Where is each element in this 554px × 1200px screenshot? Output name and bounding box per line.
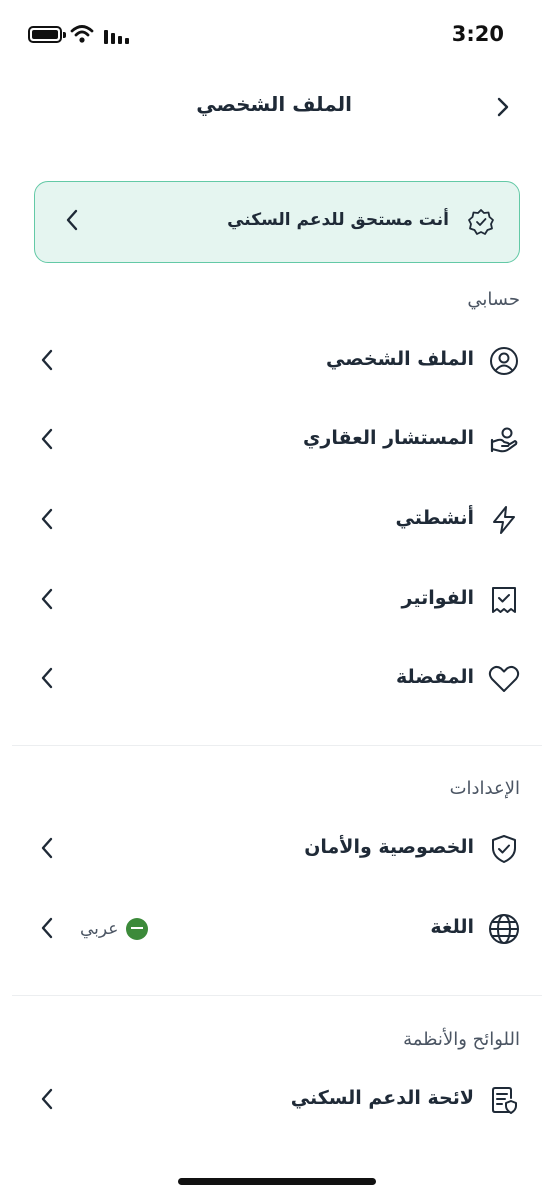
- menu-item-favorites[interactable]: المفضلة: [0, 648, 554, 708]
- menu-item-label: الخصوصية والأمان: [304, 836, 474, 858]
- language-value-text: عربي: [80, 919, 119, 939]
- menu-item-label: المفضلة: [395, 666, 474, 688]
- status-bar: 3:20: [0, 0, 554, 70]
- section-heading-account: حسابي: [467, 289, 520, 310]
- chevron-right-icon: [497, 97, 509, 117]
- section-divider: [12, 995, 542, 996]
- menu-item-label: لائحة الدعم السكني: [290, 1087, 474, 1109]
- menu-item-invoices[interactable]: الفواتير: [0, 569, 554, 629]
- menu-item-label: المستشار العقاري: [302, 427, 474, 449]
- chevron-left-icon: [40, 427, 54, 451]
- chevron-left-icon: [40, 666, 54, 690]
- menu-item-housing-support-regulation[interactable]: لائحة الدعم السكني: [0, 1069, 554, 1129]
- menu-item-label: أنشطتي: [395, 507, 474, 529]
- shield-check-icon: [488, 833, 520, 865]
- globe-icon: [488, 913, 520, 945]
- menu-item-language[interactable]: اللغة عربي: [0, 898, 554, 958]
- chevron-left-icon: [40, 1087, 54, 1111]
- menu-item-privacy-security[interactable]: الخصوصية والأمان: [0, 818, 554, 878]
- back-button[interactable]: [488, 92, 518, 122]
- chevron-left-icon: [40, 836, 54, 860]
- section-divider: [12, 745, 542, 746]
- section-heading-regulations: اللوائح والأنظمة: [403, 1029, 520, 1050]
- menu-item-label: اللغة: [430, 916, 474, 938]
- chevron-left-icon: [40, 348, 54, 372]
- menu-item-label: الفواتير: [401, 587, 474, 609]
- advisor-hand-icon: [488, 424, 520, 456]
- menu-item-label: الملف الشخصي: [325, 348, 474, 370]
- chevron-left-icon: [65, 208, 79, 232]
- eligibility-card[interactable]: أنت مستحق للدعم السكني: [34, 181, 520, 263]
- saudi-flag-icon: [126, 918, 149, 940]
- user-circle-icon: [488, 345, 520, 377]
- eligibility-text: أنت مستحق للدعم السكني: [227, 210, 449, 230]
- battery-icon: [28, 26, 66, 43]
- chevron-left-icon: [40, 916, 54, 940]
- status-time: 3:20: [451, 22, 504, 46]
- page-title: الملف الشخصي: [196, 92, 352, 116]
- menu-item-activities[interactable]: أنشطتي: [0, 489, 554, 549]
- chevron-left-icon: [40, 507, 54, 531]
- menu-item-profile[interactable]: الملف الشخصي: [0, 330, 554, 390]
- badge-check-icon: [467, 208, 495, 236]
- cellular-signal-icon: [104, 28, 129, 44]
- language-value: عربي: [80, 918, 149, 940]
- lightning-icon: [488, 504, 520, 536]
- document-shield-icon: [488, 1084, 520, 1116]
- chevron-left-icon: [40, 587, 54, 611]
- receipt-check-icon: [488, 584, 520, 616]
- home-indicator[interactable]: [178, 1178, 376, 1185]
- menu-item-real-estate-advisor[interactable]: المستشار العقاري: [0, 409, 554, 469]
- heart-icon: [488, 663, 520, 695]
- nav-header: الملف الشخصي: [0, 82, 554, 132]
- wifi-icon: [70, 24, 94, 44]
- section-heading-settings: الإعدادات: [449, 778, 520, 799]
